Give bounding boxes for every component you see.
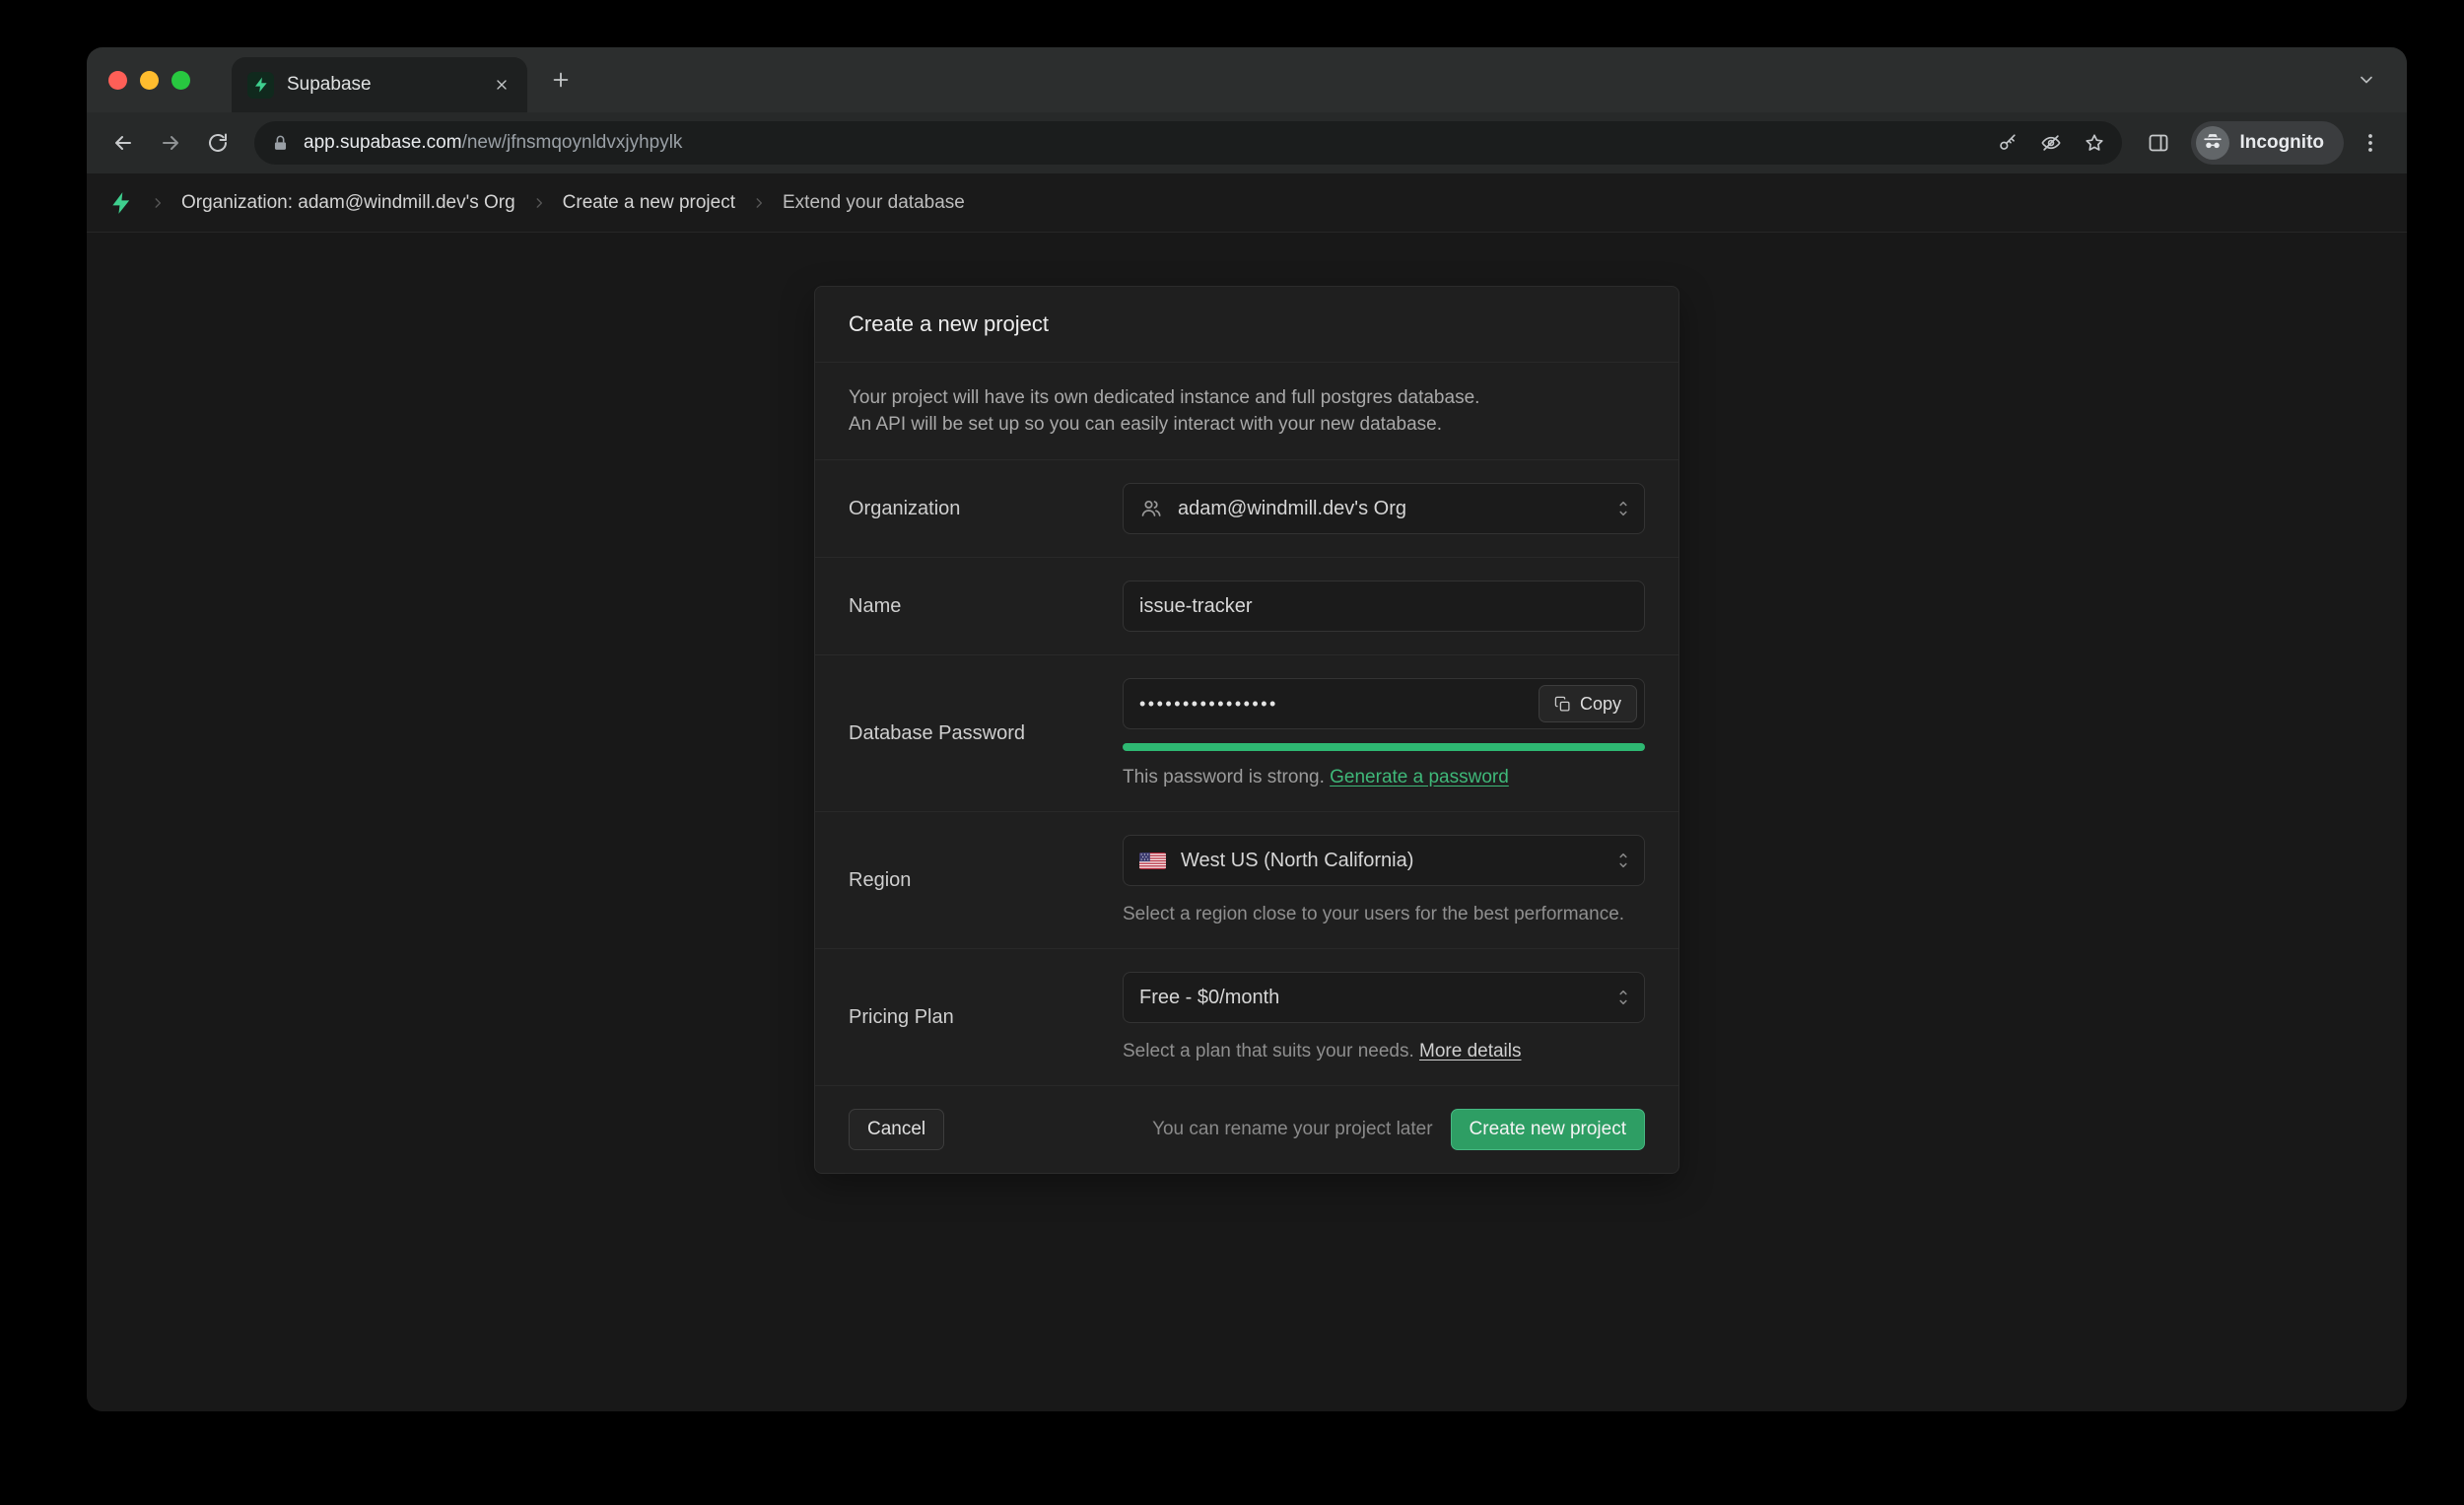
close-window-button[interactable]	[108, 71, 127, 90]
chevron-right-icon	[752, 196, 766, 210]
organization-select[interactable]: adam@windmill.dev's Org	[1123, 483, 1645, 534]
pricing-helper-text: Select a plan that suits your needs.	[1123, 1041, 1414, 1061]
url-path: /new/jfnsmqoynldvxjyhpylk	[462, 132, 683, 153]
password-helper: This password is strong. Generate a pass…	[1123, 767, 1645, 788]
tab-close-icon[interactable]	[488, 71, 515, 99]
breadcrumb-organization[interactable]: Organization: adam@windmill.dev's Org	[181, 192, 515, 214]
zoom-window-button[interactable]	[171, 71, 190, 90]
side-panel-icon[interactable]	[2138, 122, 2179, 164]
chevron-right-icon	[532, 196, 546, 210]
url-domain: app.supabase.com	[304, 132, 462, 153]
pricing-select[interactable]: Free - $0/month	[1123, 972, 1645, 1023]
supabase-page: Organization: adam@windmill.dev's Org Cr…	[87, 173, 2407, 1411]
more-details-link[interactable]: More details	[1419, 1041, 1522, 1061]
minimize-window-button[interactable]	[140, 71, 159, 90]
page-content: Create a new project Your project will h…	[87, 233, 2407, 1411]
cancel-button[interactable]: Cancel	[849, 1109, 944, 1150]
card-footer: Cancel You can rename your project later…	[815, 1086, 1678, 1173]
breadcrumb-create-project[interactable]: Create a new project	[563, 192, 735, 214]
organization-value: adam@windmill.dev's Org	[1178, 498, 1600, 520]
browser-window: Supabase	[87, 47, 2407, 1411]
region-value: West US (North California)	[1181, 850, 1600, 872]
select-chevrons-icon	[1614, 984, 1632, 1011]
breadcrumb: Organization: adam@windmill.dev's Org Cr…	[87, 173, 2407, 233]
description-line-1: Your project will have its own dedicated…	[849, 384, 1645, 411]
organization-label: Organization	[849, 483, 1123, 534]
card-header: Create a new project	[815, 287, 1678, 363]
incognito-badge[interactable]: Incognito	[2191, 121, 2344, 165]
select-chevrons-icon	[1614, 495, 1632, 522]
password-strength-text: This password is strong.	[1123, 767, 1325, 787]
url-text: app.supabase.com/new/jfnsmqoynldvxjyhpyl…	[302, 132, 1984, 154]
copy-icon	[1554, 696, 1571, 713]
pricing-value: Free - $0/month	[1139, 987, 1600, 1009]
pricing-helper: Select a plan that suits your needs. Mor…	[1123, 1041, 1645, 1062]
back-button[interactable]	[103, 122, 144, 164]
card-description: Your project will have its own dedicated…	[815, 363, 1678, 460]
name-label: Name	[849, 581, 1123, 632]
rename-note: You can rename your project later	[1152, 1119, 1432, 1140]
window-controls	[108, 71, 190, 90]
pricing-label: Pricing Plan	[849, 972, 1123, 1062]
region-select[interactable]: West US (North California)	[1123, 835, 1645, 886]
menu-dots-icon[interactable]	[2350, 122, 2391, 164]
name-row: Name	[815, 558, 1678, 655]
region-row: Region West US (North California)	[815, 812, 1678, 949]
lock-icon[interactable]	[262, 125, 298, 161]
address-bar[interactable]: app.supabase.com/new/jfnsmqoynldvxjyhpyl…	[254, 121, 2122, 165]
pricing-row: Pricing Plan Free - $0/month Select a pl…	[815, 949, 1678, 1086]
region-helper: Select a region close to your users for …	[1123, 904, 1645, 925]
password-row: Database Password Copy	[815, 655, 1678, 812]
password-label: Database Password	[849, 678, 1123, 788]
password-field-wrap: Copy	[1123, 678, 1645, 729]
users-icon	[1139, 497, 1163, 520]
new-tab-button[interactable]	[541, 60, 581, 100]
region-label: Region	[849, 835, 1123, 925]
organization-row: Organization adam@windmill.dev's Org	[815, 460, 1678, 558]
select-chevrons-icon	[1614, 847, 1632, 874]
supabase-favicon-icon	[247, 72, 274, 99]
reload-button[interactable]	[197, 122, 239, 164]
project-name-input[interactable]	[1123, 581, 1645, 632]
tab-strip: Supabase	[87, 47, 2407, 112]
incognito-icon	[2196, 126, 2229, 160]
chevron-right-icon	[151, 196, 165, 210]
bookmark-star-icon[interactable]	[2075, 123, 2114, 163]
browser-toolbar: app.supabase.com/new/jfnsmqoynldvxjyhpyl…	[87, 112, 2407, 173]
breadcrumb-extend-database[interactable]: Extend your database	[783, 192, 965, 214]
footer-right: You can rename your project later Create…	[1152, 1109, 1645, 1150]
copy-button-label: Copy	[1580, 694, 1621, 715]
incognito-label: Incognito	[2240, 132, 2324, 154]
supabase-logo-icon[interactable]	[108, 190, 134, 216]
tab-title: Supabase	[287, 74, 475, 96]
create-project-card: Create a new project Your project will h…	[814, 286, 1679, 1174]
page-title: Create a new project	[849, 311, 1645, 337]
tab-search-chevron-icon[interactable]	[2348, 61, 2385, 99]
generate-password-link[interactable]: Generate a password	[1330, 767, 1509, 787]
browser-tab-supabase[interactable]: Supabase	[232, 57, 527, 112]
us-flag-icon	[1139, 853, 1166, 869]
copy-password-button[interactable]: Copy	[1539, 685, 1637, 722]
password-key-icon[interactable]	[1988, 123, 2027, 163]
description-line-2: An API will be set up so you can easily …	[849, 411, 1645, 438]
password-strength-bar	[1123, 743, 1645, 751]
eye-off-icon[interactable]	[2031, 123, 2071, 163]
create-new-project-button[interactable]: Create new project	[1451, 1109, 1645, 1150]
desktop-background: Supabase	[0, 0, 2464, 1505]
forward-button[interactable]	[150, 122, 191, 164]
